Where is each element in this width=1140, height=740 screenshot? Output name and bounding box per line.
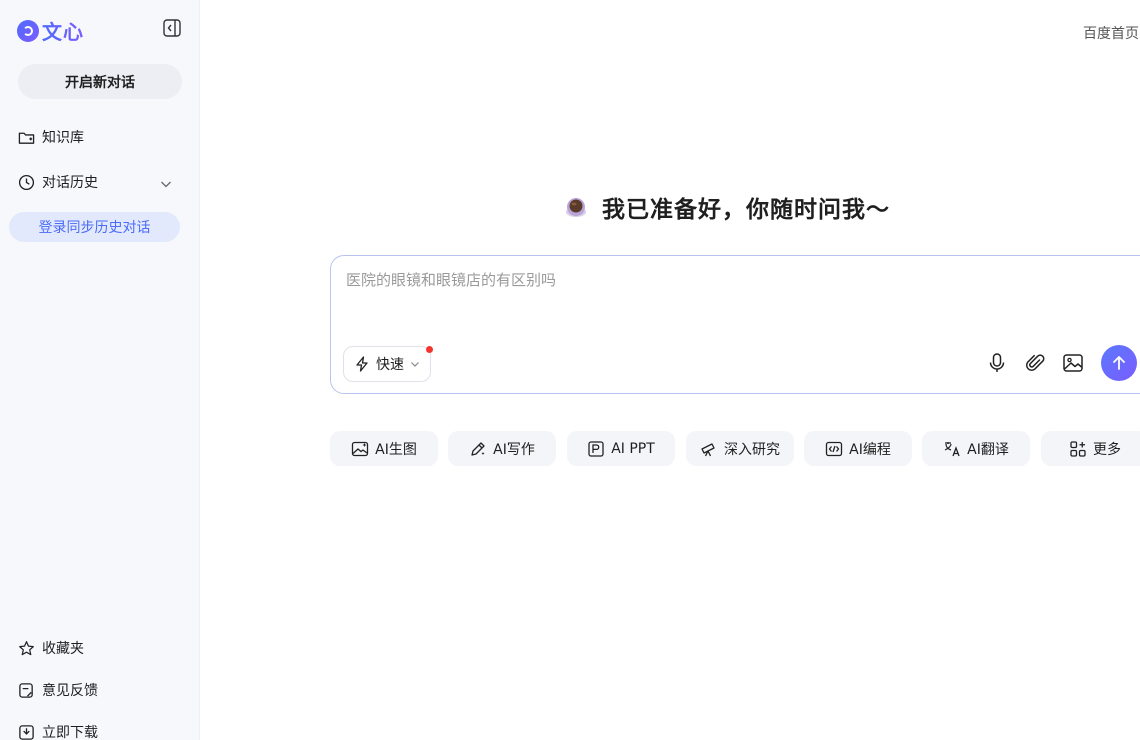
arrow-up-icon [1113, 356, 1125, 370]
sidebar-item-knowledge[interactable]: 知识库 [18, 127, 84, 147]
quick-action-label: AI翻译 [967, 441, 1009, 458]
sidebar-item-label: 对话历史 [42, 175, 98, 191]
greeting: 我已准备好，你随时问我～ [564, 190, 890, 224]
logo[interactable]: 文心 [17, 16, 84, 45]
app-root: 文心 开启新对话 知识库 对话历史 登录同步历史对话 收藏夹 意见反馈 立即下载… [0, 0, 1140, 740]
sidebar-item-favorites[interactable]: 收藏夹 [18, 638, 84, 658]
download-icon [19, 724, 34, 740]
quick-action-label: 深入研究 [724, 441, 780, 458]
coffee-cup-icon [566, 198, 586, 217]
quick-action-ai-writing[interactable]: AI写作 [448, 431, 556, 466]
quick-action-ai-coding[interactable]: AI编程 [804, 431, 912, 466]
quick-action-label: AI写作 [493, 441, 535, 458]
quick-action-label: AI生图 [375, 441, 417, 458]
image-gen-icon [351, 441, 369, 456]
quick-action-ai-ppt[interactable]: AI PPT [567, 431, 675, 466]
sidebar-item-label: 立即下载 [42, 725, 98, 740]
image-upload-icon[interactable] [1062, 352, 1084, 374]
send-button[interactable] [1101, 345, 1137, 381]
ppt-icon [588, 440, 604, 457]
sidebar-item-feedback[interactable]: 意见反馈 [18, 680, 98, 700]
chevron-down-icon [411, 362, 419, 367]
microphone-icon[interactable] [986, 352, 1008, 374]
login-sync-button[interactable]: 登录同步历史对话 [9, 212, 180, 242]
clock-icon [18, 174, 35, 190]
sidebar: 文心 开启新对话 知识库 对话历史 登录同步历史对话 收藏夹 意见反馈 立即下载 [0, 0, 200, 740]
sidebar-item-label: 知识库 [42, 130, 84, 146]
star-icon [19, 640, 34, 655]
new-chat-button[interactable]: 开启新对话 [18, 64, 182, 99]
quick-action-ai-image[interactable]: AI生图 [330, 431, 438, 466]
baidu-home-link[interactable]: 百度首页 [1083, 23, 1139, 43]
sidebar-item-label: 意见反馈 [42, 683, 98, 699]
logo-text: 文心 [42, 16, 84, 45]
quick-action-more[interactable]: 更多 [1041, 431, 1140, 466]
telescope-icon [701, 442, 715, 456]
code-icon [825, 441, 843, 456]
quick-action-label: AI PPT [611, 440, 655, 457]
pen-icon [471, 441, 485, 456]
feedback-icon [19, 682, 33, 698]
folder-icon [18, 132, 35, 144]
sidebar-item-download[interactable]: 立即下载 [18, 722, 98, 740]
mode-label: 快速 [376, 357, 404, 373]
quick-action-deep-research[interactable]: 深入研究 [686, 431, 794, 466]
collapse-sidebar-icon[interactable] [163, 19, 181, 37]
translate-icon [944, 441, 960, 456]
logo-icon [17, 19, 39, 42]
quick-action-label: 更多 [1093, 441, 1121, 458]
quick-action-label: AI编程 [849, 441, 891, 458]
quick-action-ai-translate[interactable]: AI翻译 [922, 431, 1030, 466]
notification-dot [426, 346, 433, 353]
grid-plus-icon [1070, 440, 1086, 457]
chevron-down-icon[interactable] [160, 175, 172, 188]
chat-input-box: 快速 [330, 255, 1140, 394]
sidebar-item-label: 收藏夹 [42, 641, 84, 657]
prompt-input[interactable] [344, 266, 1128, 294]
sidebar-item-history[interactable]: 对话历史 [18, 172, 98, 192]
greeting-text: 我已准备好，你随时问我～ [602, 197, 890, 223]
lightning-icon [356, 356, 368, 372]
paperclip-icon[interactable] [1024, 352, 1046, 374]
mode-selector[interactable]: 快速 [343, 346, 431, 382]
